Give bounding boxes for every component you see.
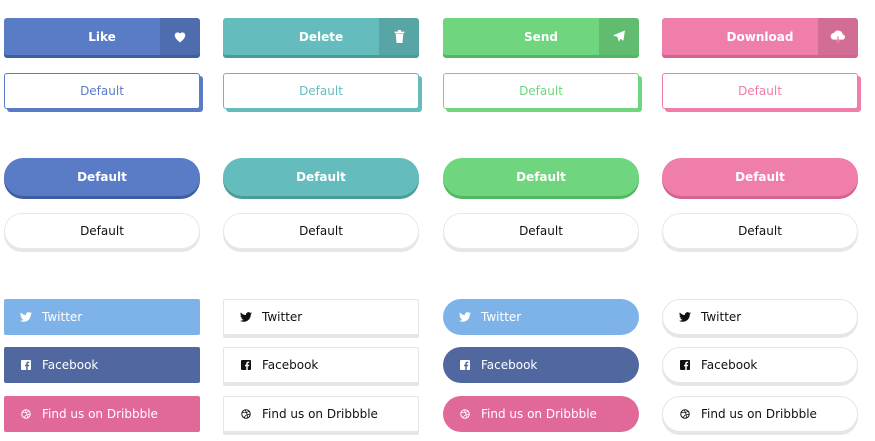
default-pill-button-white-3[interactable]: Default [443,213,639,249]
twitter-button-white-pill[interactable]: Twitter [662,299,858,335]
dribbble-button-white-pill[interactable]: Find us on Dribbble [662,396,858,432]
send-label: Send [524,29,558,44]
facebook-button-solid[interactable]: Facebook [4,347,200,383]
dribbble-label: Find us on Dribbble [481,407,597,421]
default-label: Default [519,224,563,238]
default-label: Default [77,170,127,184]
twitter-label: Twitter [481,310,522,324]
default-label: Default [738,84,782,98]
facebook-icon [238,360,254,370]
default-label: Default [735,170,785,184]
dribbble-button-solid-pill[interactable]: Find us on Dribbble [443,396,639,432]
twitter-icon [677,312,693,322]
facebook-label: Facebook [701,358,758,372]
default-label: Default [738,224,782,238]
dribbble-icon [238,409,254,419]
twitter-label: Twitter [262,310,303,324]
dribbble-icon [18,409,34,419]
dribbble-label: Find us on Dribbble [262,407,378,421]
delete-button[interactable]: Delete [223,18,419,55]
cloud-download-icon [818,18,858,55]
facebook-icon [457,360,473,370]
dribbble-label: Find us on Dribbble [701,407,817,421]
download-button[interactable]: Download [662,18,858,55]
twitter-button-white[interactable]: Twitter [223,299,419,335]
twitter-label: Twitter [42,310,83,324]
facebook-label: Facebook [481,358,538,372]
paper-plane-icon [599,18,639,55]
default-label: Default [80,224,124,238]
default-pill-button-green[interactable]: Default [443,158,639,196]
default-pill-button-teal[interactable]: Default [223,158,419,196]
default-label: Default [80,84,124,98]
twitter-button-solid-pill[interactable]: Twitter [443,299,639,335]
send-button[interactable]: Send [443,18,639,55]
dribbble-button-white[interactable]: Find us on Dribbble [223,396,419,432]
facebook-button-white[interactable]: Facebook [223,347,419,383]
default-pill-button-blue[interactable]: Default [4,158,200,196]
facebook-icon [18,360,34,370]
default-label: Default [516,170,566,184]
like-button[interactable]: Like [4,18,200,55]
default-outline-button-green[interactable]: Default [443,73,639,109]
twitter-label: Twitter [701,310,742,324]
download-label: Download [726,29,794,44]
dribbble-icon [677,409,693,419]
facebook-button-white-pill[interactable]: Facebook [662,347,858,383]
default-pill-button-white-2[interactable]: Default [223,213,419,249]
dribbble-button-solid[interactable]: Find us on Dribbble [4,396,200,432]
default-pill-button-pink[interactable]: Default [662,158,858,196]
facebook-icon [677,360,693,370]
twitter-icon [18,312,34,322]
twitter-icon [457,312,473,322]
default-outline-button-blue[interactable]: Default [4,73,200,109]
trash-icon [379,18,419,55]
default-label: Default [299,84,343,98]
default-pill-button-white-4[interactable]: Default [662,213,858,249]
dribbble-icon [457,409,473,419]
delete-label: Delete [298,29,344,44]
facebook-label: Facebook [42,358,99,372]
twitter-button-solid[interactable]: Twitter [4,299,200,335]
default-label: Default [519,84,563,98]
heart-icon [160,18,200,55]
default-outline-button-teal[interactable]: Default [223,73,419,109]
like-label: Like [88,29,116,44]
default-pill-button-white-1[interactable]: Default [4,213,200,249]
facebook-button-solid-pill[interactable]: Facebook [443,347,639,383]
default-label: Default [299,224,343,238]
default-outline-button-pink[interactable]: Default [662,73,858,109]
facebook-label: Facebook [262,358,319,372]
default-label: Default [296,170,346,184]
twitter-icon [238,312,254,322]
dribbble-label: Find us on Dribbble [42,407,158,421]
